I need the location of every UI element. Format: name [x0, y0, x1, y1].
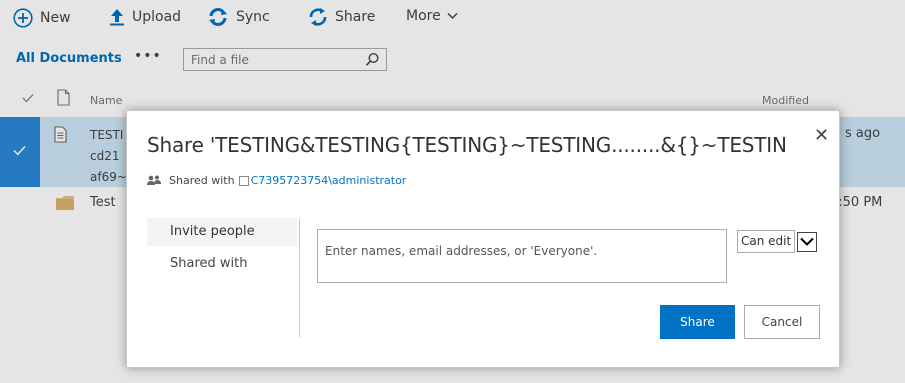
tab-invite-people[interactable]: Invite people — [147, 218, 297, 246]
tab-shared-with[interactable]: Shared with — [170, 256, 247, 271]
dialog-divider — [299, 219, 300, 337]
dialog-title: Share 'TESTING&TESTING{TESTING}~TESTING.… — [147, 133, 787, 157]
share-dialog: Share 'TESTING&TESTING{TESTING}~TESTING.… — [126, 110, 840, 368]
permission-select[interactable]: Can edit — [737, 230, 818, 253]
permission-value: Can edit — [737, 230, 796, 253]
shared-with-label: Shared with — [169, 174, 235, 187]
chevron-down-icon — [800, 237, 814, 246]
people-icon — [147, 175, 161, 185]
invite-people-box — [317, 229, 727, 283]
invite-people-input[interactable] — [318, 230, 726, 260]
permission-dropdown-button[interactable] — [797, 231, 818, 252]
cancel-button[interactable]: Cancel — [744, 305, 820, 339]
shared-with-summary: Shared with C7395723754\administrator — [147, 174, 406, 187]
close-icon[interactable]: ✕ — [814, 125, 829, 146]
shared-user-link[interactable]: C7395723754\administrator — [251, 174, 407, 187]
user-presence-checkbox — [238, 175, 249, 186]
share-button[interactable]: Share — [660, 305, 735, 339]
